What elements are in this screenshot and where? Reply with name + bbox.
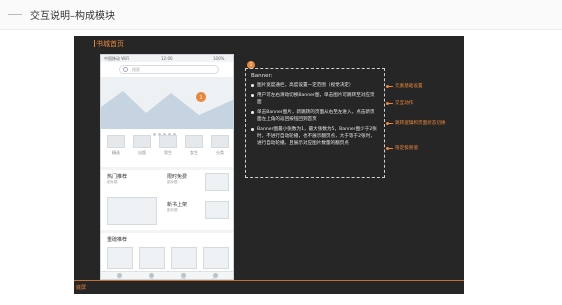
limited-subtitle: 副标题 bbox=[167, 180, 178, 184]
status-time: 12:00 bbox=[161, 56, 173, 61]
page: 交互说明–构成模块 书城首页 中国移动 WiFi 12:00 100% 搜索 1 bbox=[0, 0, 562, 305]
canvas-title-marker bbox=[94, 40, 95, 47]
callout-dot bbox=[386, 147, 389, 150]
callout-label: 跳转逻辑和页面状态切换 bbox=[395, 121, 446, 126]
prototype-canvas: 书城首页 中国移动 WiFi 12:00 100% 搜索 1 精选 出版 男生 … bbox=[74, 36, 464, 294]
category-item[interactable]: 女生 bbox=[185, 135, 205, 156]
status-bar: 中国移动 WiFi 12:00 100% bbox=[101, 55, 233, 62]
status-carrier: 中国移动 WiFi bbox=[104, 56, 130, 61]
annotation-item: 图片宽度通栏，高度设置一定范围（视觉决定） bbox=[251, 82, 379, 89]
limited-book-image[interactable] bbox=[205, 173, 229, 191]
tab-discover[interactable]: 发现 bbox=[173, 273, 193, 279]
annotation-box: Banner: 图片宽度通栏，高度设置一定范围（视觉决定） 用户可左右滑动切换B… bbox=[245, 68, 385, 178]
category-item[interactable]: 男生 bbox=[159, 135, 179, 156]
banner-carousel[interactable]: 1 bbox=[101, 77, 233, 136]
search-icon bbox=[123, 67, 128, 72]
bottom-guide-line bbox=[74, 280, 464, 281]
callout-label: 交互动作 bbox=[395, 101, 414, 106]
tab-bookstore[interactable]: 书城 bbox=[109, 273, 129, 279]
category-item[interactable]: 分类 bbox=[211, 135, 231, 156]
limited-title: 限时免费 bbox=[167, 174, 188, 180]
annotation-item: Banner图最小张数为1，最大张数为5，Banner图少于2张时，不进行自动轮… bbox=[251, 126, 379, 147]
featured-title: 重磅推荐 bbox=[107, 237, 128, 243]
annotation-heading: Banner: bbox=[251, 73, 273, 79]
featured-book-image[interactable] bbox=[107, 247, 133, 269]
featured-book-image[interactable] bbox=[171, 247, 197, 269]
phone-mockup: 中国移动 WiFi 12:00 100% 搜索 1 精选 出版 男生 女生 分类… bbox=[100, 54, 234, 280]
status-battery: 100% bbox=[213, 56, 225, 61]
canvas-title: 书城首页 bbox=[96, 40, 124, 48]
new-book-image[interactable] bbox=[205, 201, 229, 219]
hot-title: 热门推荐 bbox=[107, 174, 128, 180]
annotation-list: 图片宽度通栏，高度设置一定范围（视觉决定） 用户可左右滑动切换Banner图，单… bbox=[251, 82, 379, 147]
category-row: 精选 出版 男生 女生 分类 bbox=[101, 135, 233, 165]
page-title: 交互说明–构成模块 bbox=[30, 11, 115, 22]
search-placeholder: 搜索 bbox=[132, 67, 140, 72]
category-item[interactable]: 精选 bbox=[107, 135, 127, 156]
header-dash bbox=[8, 14, 22, 15]
annotation-item: 单击Banner图片，新跳转的页面从右至左进入，点击新页面左上角的返回按钮回到首… bbox=[251, 109, 379, 123]
category-item[interactable]: 出版 bbox=[133, 135, 153, 156]
callout-label: 元素基础设置 bbox=[395, 84, 423, 89]
tab-bookshelf[interactable]: 书架 bbox=[141, 273, 161, 279]
featured-book-image[interactable] bbox=[139, 247, 165, 269]
bottom-label: 底屏 bbox=[76, 285, 87, 291]
search-input[interactable]: 搜索 bbox=[119, 65, 219, 74]
svg-text:1: 1 bbox=[199, 95, 202, 101]
tab-mine[interactable]: 我的 bbox=[205, 273, 225, 279]
new-subtitle: 副标题 bbox=[167, 208, 178, 212]
hot-subtitle: 副标题 bbox=[107, 180, 118, 184]
callout-dot bbox=[386, 122, 389, 125]
tab-bar: 书城 书架 发现 我的 bbox=[101, 271, 233, 279]
callout-dot bbox=[386, 102, 389, 105]
hot-book-image[interactable] bbox=[107, 197, 157, 225]
callout-dot bbox=[386, 85, 389, 88]
divider bbox=[101, 230, 233, 233]
annotation-item: 用户可左右滑动切换Banner图，单击图片可跳转至对应页面 bbox=[251, 92, 379, 106]
divider bbox=[101, 167, 233, 170]
featured-book-image[interactable] bbox=[203, 247, 229, 269]
new-title: 新书上架 bbox=[167, 202, 188, 208]
callout-label: 限定极限值 bbox=[395, 146, 418, 151]
page-header: 交互说明–构成模块 bbox=[0, 0, 562, 30]
